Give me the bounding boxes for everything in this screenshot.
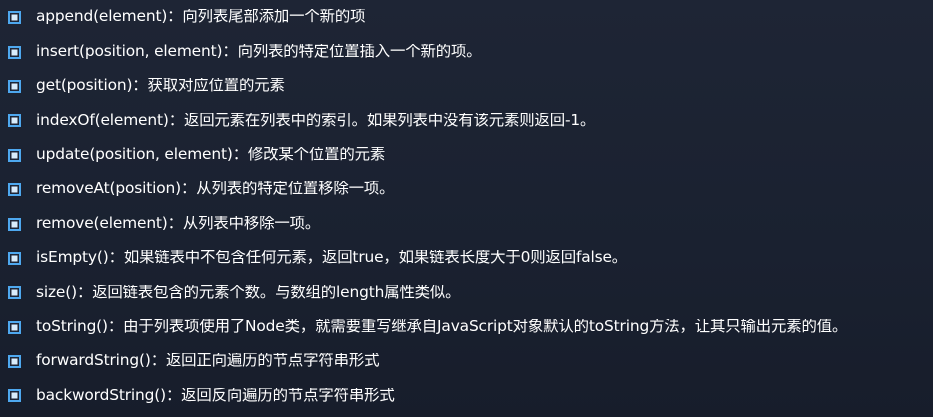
square-bullet-icon (8, 183, 21, 197)
square-bullet-icon (8, 251, 21, 265)
list-item: insert(position, element)：向列表的特定位置插入一个新的… (8, 34, 926, 68)
list-item: forwardString()：返回正向遍历的节点字符串形式 (8, 344, 926, 378)
list-item: isEmpty()：如果链表中不包含任何元素，返回true，如果链表长度大于0则… (8, 241, 926, 275)
method-list: append(element)：向列表尾部添加一个新的项 insert(posi… (8, 0, 926, 413)
slide: append(element)：向列表尾部添加一个新的项 insert(posi… (0, 0, 933, 417)
square-bullet-icon (8, 320, 21, 334)
list-item-text: indexOf(element)：返回元素在列表中的索引。如果列表中没有该元素则… (36, 112, 596, 129)
list-item: size()：返回链表包含的元素个数。与数组的length属性类似。 (8, 275, 926, 309)
square-bullet-icon (8, 286, 21, 300)
list-item-text: update(position, element)：修改某个位置的元素 (36, 147, 386, 163)
square-bullet-icon (8, 217, 21, 231)
list-item: remove(element)：从列表中移除一项。 (8, 206, 926, 240)
list-item-text: backwordString()：返回反向遍历的节点字符串形式 (36, 387, 395, 404)
square-bullet-icon (8, 148, 21, 162)
list-item: append(element)：向列表尾部添加一个新的项 (8, 0, 926, 34)
list-item: update(position, element)：修改某个位置的元素 (8, 138, 926, 172)
square-bullet-icon (8, 79, 21, 93)
list-item-text: size()：返回链表包含的元素个数。与数组的length属性类似。 (36, 284, 461, 301)
square-bullet-icon (8, 355, 21, 369)
list-item: get(position)：获取对应位置的元素 (8, 69, 926, 103)
list-item-text: get(position)：获取对应位置的元素 (36, 78, 285, 94)
list-item: backwordString()：返回反向遍历的节点字符串形式 (8, 378, 926, 412)
list-item-text: remove(element)：从列表中移除一项。 (36, 215, 321, 232)
square-bullet-icon (8, 11, 21, 25)
list-item: removeAt(position)：从列表的特定位置移除一项。 (8, 172, 926, 206)
list-item-text: append(element)：向列表尾部添加一个新的项 (36, 9, 366, 25)
list-item: indexOf(element)：返回元素在列表中的索引。如果列表中没有该元素则… (8, 103, 926, 137)
list-item-text: removeAt(position)：从列表的特定位置移除一项。 (36, 181, 395, 197)
square-bullet-icon (8, 389, 21, 403)
square-bullet-icon (8, 114, 21, 128)
list-item-text: insert(position, element)：向列表的特定位置插入一个新的… (36, 43, 482, 60)
list-item-text: isEmpty()：如果链表中不包含任何元素，返回true，如果链表长度大于0则… (36, 250, 628, 266)
square-bullet-icon (8, 45, 21, 59)
list-item-text: toString()：由于列表项使用了Node类，就需要重写继承自JavaScr… (36, 319, 848, 335)
list-item-text: forwardString()：返回正向遍历的节点字符串形式 (36, 353, 380, 369)
list-item: toString()：由于列表项使用了Node类，就需要重写继承自JavaScr… (8, 310, 926, 344)
